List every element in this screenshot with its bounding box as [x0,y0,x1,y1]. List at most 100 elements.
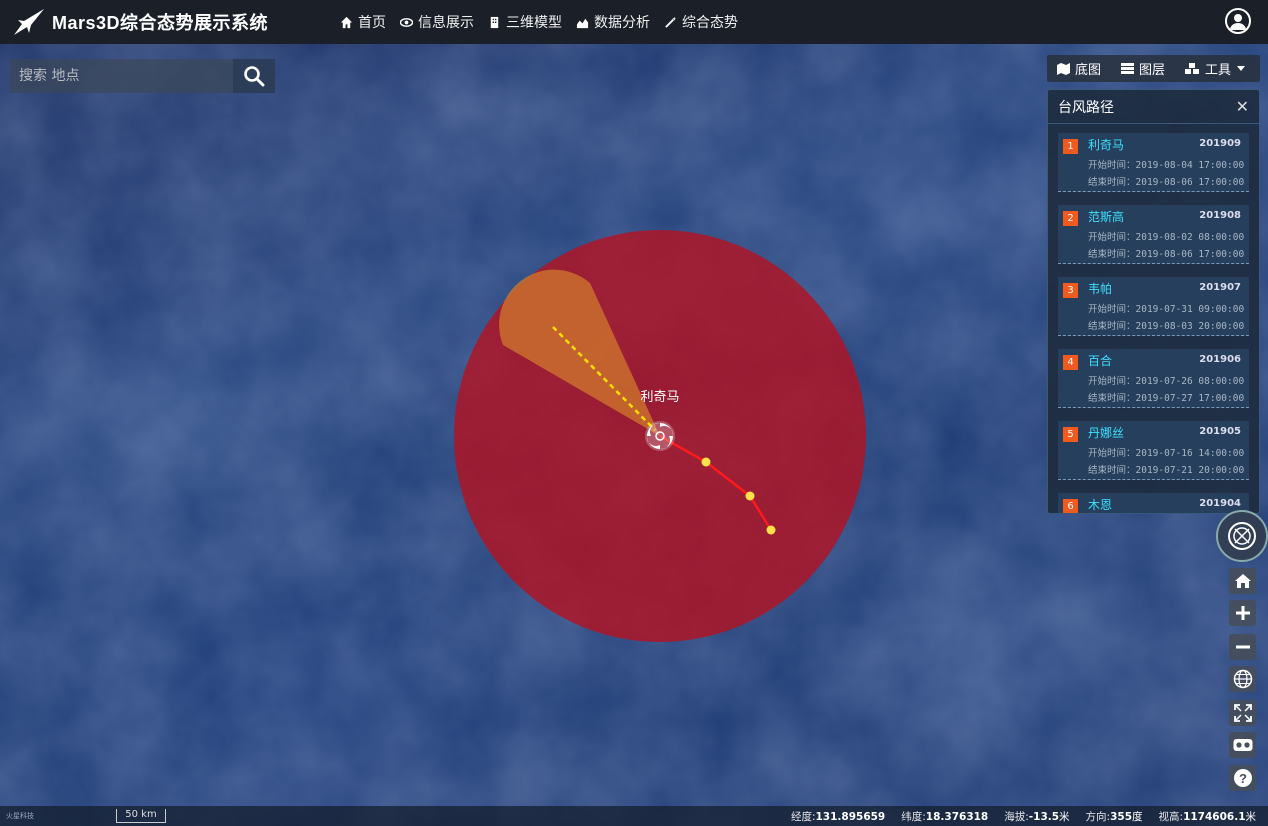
typhoon-name[interactable]: 利奇马 [1088,136,1124,153]
end-time: 结束时间：2019-08-06 17:00:00 [1088,177,1245,188]
typhoon-list-item[interactable]: 1 利奇马 201909 开始时间：2019-08-04 17:00:00 结束时间：2… [1058,133,1249,192]
track-point[interactable] [745,491,755,501]
typhoon-code: 201908 [1199,210,1241,221]
nav-home[interactable]: 首页 [340,12,386,32]
nav-model[interactable]: 三维模型 [488,12,562,32]
star-logo-icon [14,9,44,35]
user-icon [1230,14,1246,30]
zoom-out-button[interactable] [1229,634,1256,660]
typhoon-name[interactable]: 百合 [1088,352,1112,369]
plus-icon [1235,606,1250,620]
search-icon [244,66,265,87]
home-icon [1234,574,1251,588]
end-time: 结束时间：2019-08-03 20:00:00 [1088,321,1245,332]
globe-icon [1233,669,1252,689]
heading-readout: 方向:355度 [1085,810,1143,823]
layers-label: 图层 [1138,63,1165,78]
coordinate-readout: 经度:131.895659 纬度:18.376318 海拔:-13.5米 方向:… [791,809,1256,824]
basemap-label: 底图 [1074,63,1101,78]
typhoon-name[interactable]: 丹娜丝 [1088,424,1124,441]
typhoon-icon[interactable] [645,421,675,451]
item-number-badge: 5 [1063,427,1078,442]
alt-readout: 海拔:-13.5米 [1004,810,1070,823]
nav-model-label: 三维模型 [506,15,563,31]
minus-icon [1235,645,1250,649]
vr-goggles-icon [1233,739,1252,751]
track-point[interactable] [766,525,776,535]
typhoon-code: 201904 [1199,498,1241,509]
panel-title: 台风路径 [1058,99,1114,116]
nav-analysis-label: 数据分析 [594,15,651,31]
typhoon-name[interactable]: 韦帕 [1088,280,1112,297]
nav-info[interactable]: 信息展示 [400,12,474,32]
tools-label: 工具 [1204,63,1231,78]
typhoon-list: 1 利奇马 201909 开始时间：2019-08-04 17:00:00 结束时间：2… [1048,124,1259,513]
top-bar: Mars3D综合态势展示系统 首页 信息展示 三维模型 数据分析 综合态势 [0,0,1268,44]
search-button[interactable] [233,59,275,93]
close-icon[interactable]: ✕ [1236,97,1249,116]
vr-button[interactable] [1229,732,1256,758]
credits-logo: 火星科技 [6,812,34,820]
magic-wand-icon [665,16,677,28]
start-time: 开始时间：2019-07-16 14:00:00 [1088,448,1245,459]
nav-analysis[interactable]: 数据分析 [576,12,650,32]
fullscreen-button[interactable] [1229,700,1256,726]
end-time: 结束时间：2019-07-21 20:00:00 [1088,465,1245,476]
lat-readout: 纬度:18.376318 [901,810,989,823]
start-time: 开始时间：2019-08-04 17:00:00 [1088,160,1245,171]
help-icon: ? [1233,769,1252,787]
panel-header: 台风路径 ✕ [1048,90,1259,124]
typhoon-list-item[interactable]: 3 韦帕 201907 开始时间：2019-07-31 09:00:00 结束时间：20… [1058,277,1249,336]
user-avatar-button[interactable] [1225,8,1251,34]
tools-dropdown[interactable]: 工具 [1175,55,1260,82]
map-icon [1056,62,1070,75]
typhoon-code: 201905 [1199,426,1241,437]
home-icon [340,16,353,28]
scale-bar: 50 km [116,809,166,823]
typhoon-code: 201907 [1199,282,1241,293]
typhoon-list-item[interactable]: 4 百合 201906 开始时间：2019-07-26 08:00:00 结束时间：20… [1058,349,1249,408]
svg-text:?: ? [1239,771,1247,786]
app-title: Mars3D综合态势展示系统 [52,13,269,33]
view-height-readout: 视高:1174606.1米 [1158,810,1256,823]
expand-icon [1233,704,1252,722]
item-number-badge: 4 [1063,355,1078,370]
search-input[interactable] [10,59,233,93]
typhoon-list-item[interactable]: 2 范斯高 201908 开始时间：2019-08-02 08:00:00 结束时间：2… [1058,205,1249,264]
nav-home-label: 首页 [358,15,387,31]
building-icon [490,16,499,28]
item-number-badge: 2 [1063,211,1078,226]
track-point[interactable] [701,457,711,467]
typhoon-code: 201906 [1199,354,1241,365]
compass-control[interactable] [1216,510,1268,562]
zoom-in-button[interactable] [1229,600,1256,626]
item-number-badge: 3 [1063,283,1078,298]
main-nav: 首页 信息展示 三维模型 数据分析 综合态势 [340,12,752,32]
typhoon-list-item[interactable]: 6 木恩 201904 [1058,493,1249,513]
logo[interactable]: Mars3D综合态势展示系统 [10,7,268,37]
basemap-button[interactable]: 底图 [1047,55,1111,82]
nav-situation[interactable]: 综合态势 [664,12,738,32]
typhoon-name[interactable]: 范斯高 [1088,208,1124,225]
typhoon-list-item[interactable]: 5 丹娜丝 201905 开始时间：2019-07-16 14:00:00 结束时间：2… [1058,421,1249,480]
caret-down-icon [1237,66,1245,71]
search-box [10,59,275,93]
help-button[interactable]: ? [1229,765,1256,791]
home-view-button[interactable] [1229,568,1256,594]
map-toolbar: 底图 图层 工具 [1046,55,1260,82]
nav-info-label: 信息展示 [418,15,475,31]
start-time: 开始时间：2019-08-02 08:00:00 [1088,232,1245,243]
item-number-badge: 1 [1063,139,1078,154]
cubes-icon [1184,62,1199,74]
end-time: 结束时间：2019-07-27 17:00:00 [1088,393,1245,404]
scene-mode-button[interactable] [1229,666,1256,692]
area-chart-icon [576,18,589,28]
layers-button[interactable]: 图层 [1111,55,1175,82]
eye-icon [400,17,414,27]
start-time: 开始时间：2019-07-26 08:00:00 [1088,376,1245,387]
nav-situation-label: 综合态势 [682,15,739,31]
typhoon-name[interactable]: 木恩 [1088,496,1112,513]
typhoon-panel: 台风路径 ✕ 1 利奇马 201909 开始时间：2019-08-04 17:00:0… [1047,89,1260,514]
item-number-badge: 6 [1063,499,1078,513]
end-time: 结束时间：2019-08-06 17:00:00 [1088,249,1245,260]
